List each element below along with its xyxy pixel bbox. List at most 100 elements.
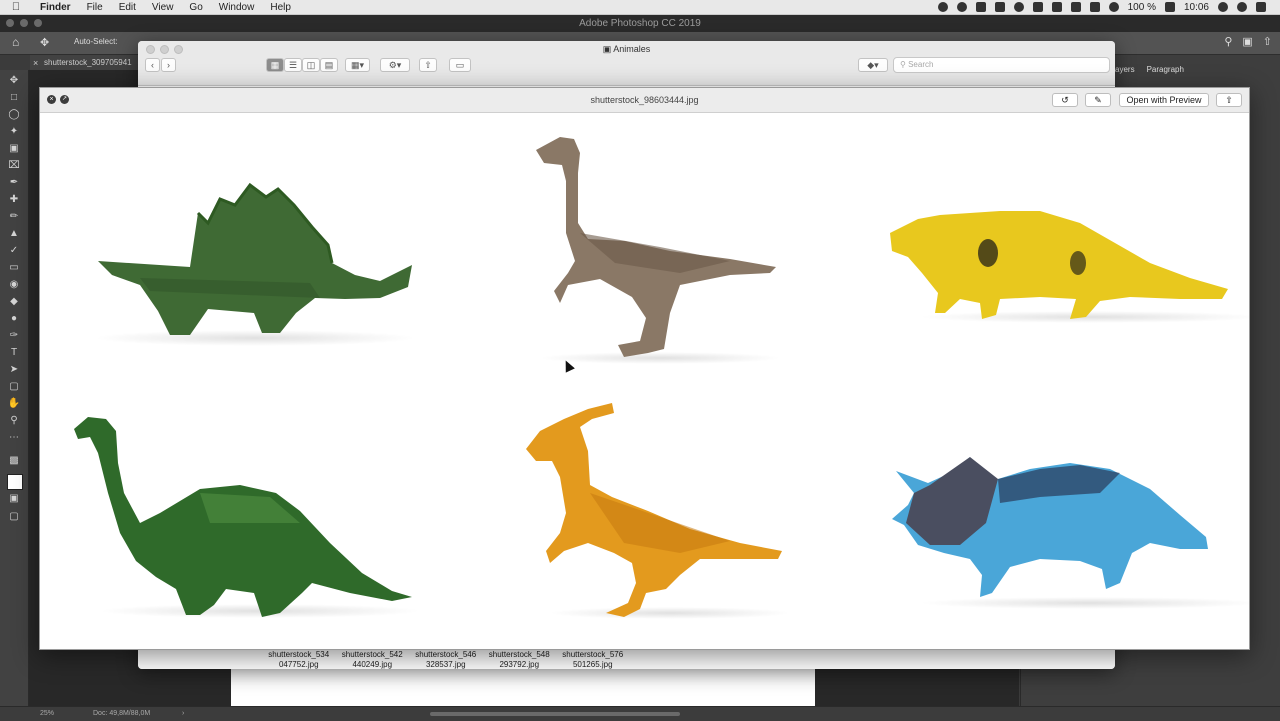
brush-tool-icon[interactable]: ✏ [7,210,21,224]
dropbox-button[interactable]: ◆▾ [858,58,888,72]
file-name-line2: 440249.jpg [352,660,393,669]
user-avatar[interactable] [1237,2,1247,12]
display-icon[interactable] [994,2,1005,12]
zoom-button[interactable] [34,19,42,27]
close-tab-icon[interactable]: × [33,55,38,71]
photoshop-window-controls [6,19,42,27]
list-item[interactable]: shutterstock_546 328537.jpg [409,650,483,669]
pen-tool-icon[interactable]: ✑ [7,329,21,343]
status-app-icon[interactable] [937,2,948,12]
minimize-button[interactable] [20,19,28,27]
back-button[interactable]: ‹ [145,58,160,72]
search-input[interactable]: ⚲ Search [893,57,1110,73]
zoom-level[interactable]: 25% [40,707,54,721]
group-button[interactable]: ▦▾ [345,58,370,72]
brachiosaurus-toy [74,417,420,618]
tab-paragraph[interactable]: Paragraph [1147,62,1184,78]
menu-file[interactable]: File [79,2,111,13]
shield-icon[interactable] [1051,2,1062,12]
frame-tool-icon[interactable]: ⌧ [7,159,21,173]
marquee-tool-icon[interactable]: □ [7,91,21,105]
markup-button[interactable]: ✎ [1085,93,1111,107]
search-icon[interactable]: ⚲ [1224,35,1232,48]
battery-icon[interactable] [1164,2,1175,12]
quick-mask-icon[interactable]: ▣ [7,492,21,506]
path-selection-tool-icon[interactable]: ➤ [7,363,21,377]
list-view-button[interactable]: ☰ [284,58,302,72]
crop-tool-icon[interactable]: ▣ [7,142,21,156]
wifi-icon[interactable] [1108,2,1119,12]
list-item[interactable]: shutterstock_542 440249.jpg [336,650,410,669]
home-icon[interactable]: ⌂ [12,36,24,48]
icon-view-button[interactable]: ▦ [266,58,284,72]
bluetooth-icon[interactable] [1089,2,1100,12]
menu-view[interactable]: View [144,2,182,13]
status-arrow-icon[interactable]: › [182,707,184,721]
menu-help[interactable]: Help [262,2,299,13]
list-item[interactable]: shutterstock_534 047752.jpg [262,650,336,669]
tags-button[interactable]: ▭ [449,58,471,72]
lasso-tool-icon[interactable]: ◯ [7,108,21,122]
dodge-tool-icon[interactable]: ● [7,312,21,326]
file-name-line2: 328537.jpg [425,660,466,669]
hand-tool-icon[interactable]: ✋ [7,397,21,411]
finder-title: ▣ Animales [138,44,1115,55]
list-item[interactable]: shutterstock_548 293792.jpg [483,650,557,669]
list-item[interactable]: shutterstock_576 501265.jpg [556,650,630,669]
apple-menu-icon[interactable]:  [0,1,32,13]
eraser-tool-icon[interactable]: ▭ [7,261,21,275]
share-button[interactable]: ⇧ [419,58,437,72]
horizontal-scrollbar[interactable] [430,712,680,716]
foreground-color-swatch[interactable] [7,474,23,490]
blur-tool-icon[interactable]: ◆ [7,295,21,309]
auto-select-label[interactable]: Auto-Select: [74,37,118,46]
share-icon[interactable]: ⇧ [1263,35,1272,48]
move-tool-icon[interactable]: ✥ [40,36,49,49]
gallery-view-button[interactable]: ▤ [320,58,338,72]
close-button[interactable] [6,19,14,27]
close-icon[interactable]: × [47,95,56,104]
history-brush-tool-icon[interactable]: ✓ [7,244,21,258]
column-view-button[interactable]: ◫ [302,58,320,72]
menu-edit[interactable]: Edit [111,2,144,13]
default-colors-icon[interactable]: ▩ [7,454,21,468]
magic-wand-tool-icon[interactable]: ✦ [7,125,21,139]
forward-button[interactable]: › [161,58,176,72]
dropbox-icon[interactable] [975,2,986,12]
file-name-line2: 501265.jpg [572,660,613,669]
healing-brush-tool-icon[interactable]: ✚ [7,193,21,207]
folder-icon: ▣ [602,44,612,54]
more-tools-icon[interactable]: ⋯ [7,431,21,445]
creative-cloud-icon[interactable] [956,2,967,12]
menu-go[interactable]: Go [181,2,210,13]
type-tool-icon[interactable]: T [7,346,21,360]
share-button[interactable]: ⇧ [1216,93,1242,107]
spotlight-search-icon[interactable] [1218,2,1228,12]
clock[interactable]: 10:06 [1184,2,1209,13]
eyedropper-tool-icon[interactable]: ✒ [7,176,21,190]
battery-percent[interactable]: 100 % [1128,2,1156,13]
notification-center-icon[interactable] [1256,2,1266,12]
zoom-tool-icon[interactable]: ⚲ [7,414,21,428]
open-with-preview-button[interactable]: Open with Preview [1119,93,1209,107]
finder-title-text: Animales [613,44,651,54]
workspace-icon[interactable]: ▣ [1242,35,1252,48]
cloud-icon[interactable] [1013,2,1024,12]
menu-finder[interactable]: Finder [32,2,79,13]
time-machine-icon[interactable] [1070,2,1081,12]
tab-layers[interactable]: ayers [1115,62,1135,78]
search-placeholder: Search [908,60,934,69]
paint-bucket-tool-icon[interactable]: ◉ [7,278,21,292]
quick-look-window: shutterstock_98603444.jpg × ↗ ↺ ✎ Open w… [39,87,1250,650]
action-gear-button[interactable]: ⚙▾ [380,58,410,72]
move-tool-icon[interactable]: ✥ [7,74,21,88]
screen-mode-icon[interactable]: ▢ [7,510,21,524]
rotate-button[interactable]: ↺ [1052,93,1078,107]
document-tab[interactable]: × shutterstock_309705941 [30,55,140,71]
rectangle-tool-icon[interactable]: ▢ [7,380,21,394]
fullscreen-icon[interactable]: ↗ [60,95,69,104]
menu-window[interactable]: Window [211,2,263,13]
upload-icon[interactable] [1032,2,1043,12]
quick-look-toolbar: shutterstock_98603444.jpg × ↗ ↺ ✎ Open w… [40,88,1249,113]
stamp-tool-icon[interactable]: ▲ [7,227,21,241]
